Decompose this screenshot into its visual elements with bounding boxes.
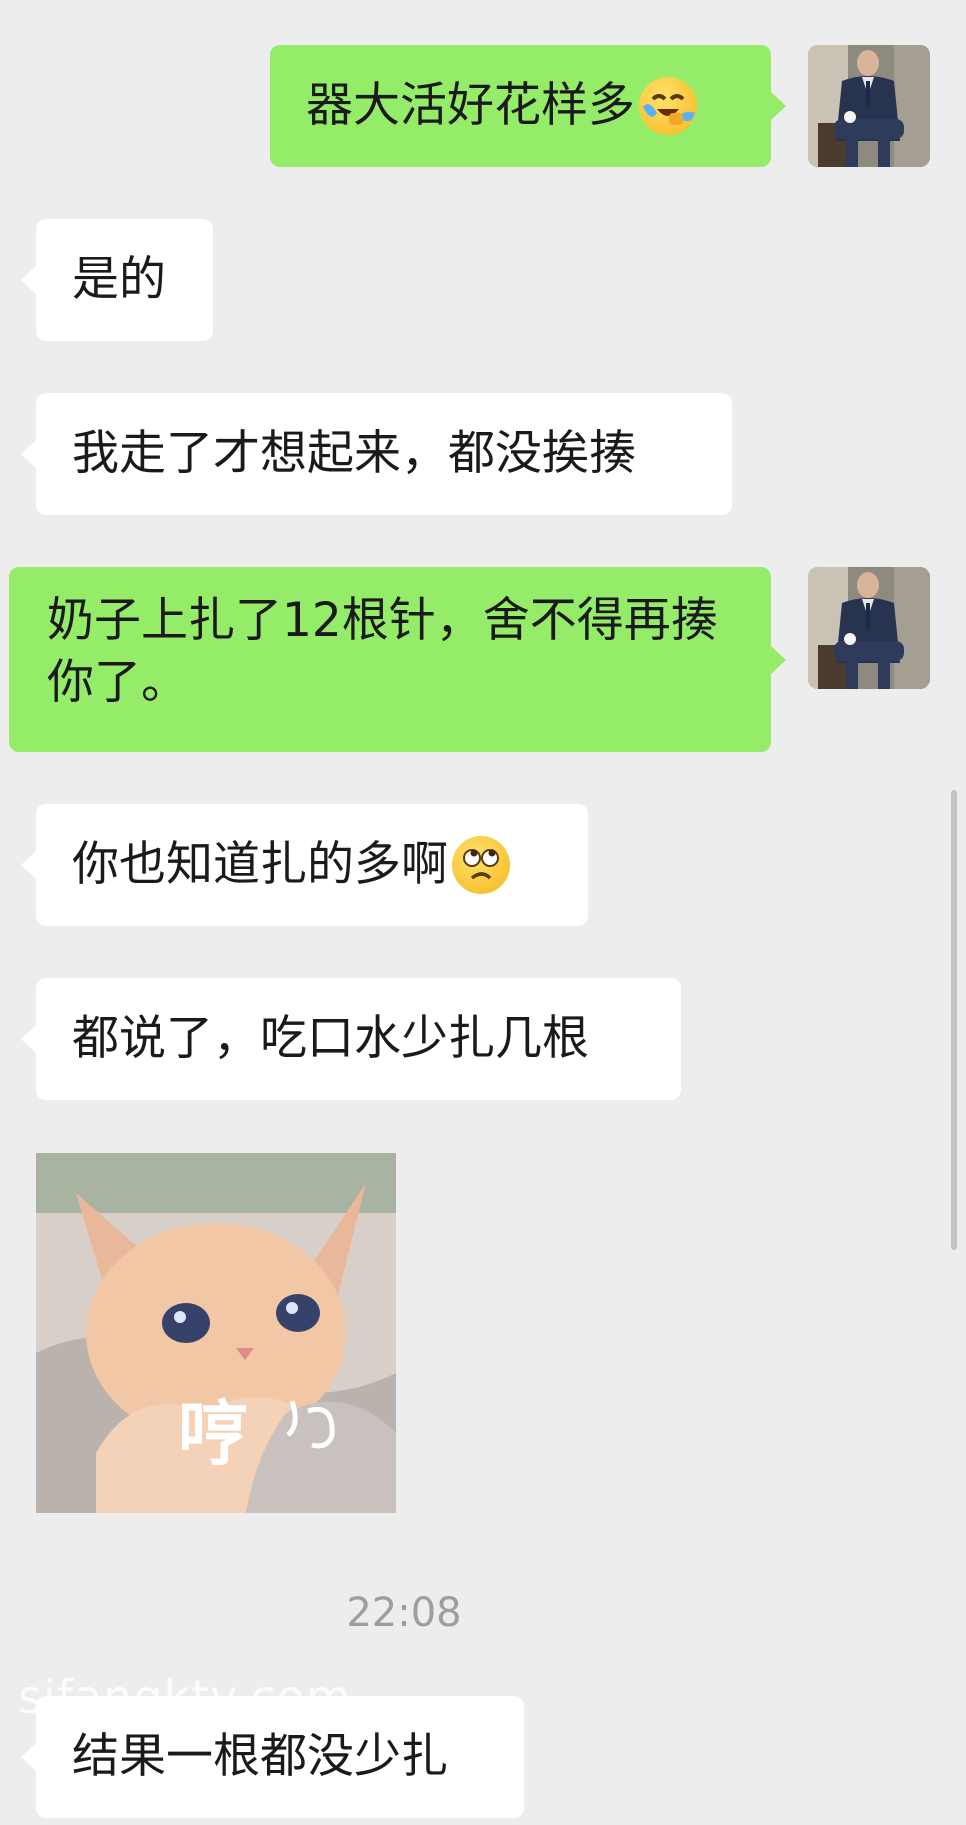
message-text: 是的: [72, 252, 166, 307]
message-text: 你也知道扎的多啊: [72, 837, 448, 892]
message-bubble-other[interactable]: 是的: [21, 219, 213, 341]
avatar[interactable]: [808, 45, 930, 167]
scrollbar[interactable]: [951, 790, 957, 1250]
message-text: 都说了，吃口水少扎几根: [72, 1011, 589, 1066]
message-text: 我走了才想起来，都没挨揍: [72, 426, 636, 481]
message-bubble-other[interactable]: 我走了才想起来，都没挨揍: [21, 393, 732, 515]
message-bubble-self[interactable]: 器大活好花样多: [270, 45, 786, 167]
watermark: sifangktv.com: [18, 1670, 352, 1724]
message-timestamp: 22:08: [346, 1590, 462, 1636]
message-text: 奶子上扎了12根针，舍不得再揍你了。: [47, 593, 718, 710]
message-bubble-self[interactable]: 奶子上扎了12根针，舍不得再揍你了。: [9, 567, 786, 752]
chat-area[interactable]: 器大活好花样多 是的 我走了才想起来，都没挨揍 奶子上扎了12根针，舍不得再揍你…: [0, 0, 966, 1825]
eye-roll-face-icon: [452, 836, 510, 894]
laughing-crying-face-icon: [639, 77, 697, 135]
message-text: 结果一根都没少扎: [72, 1729, 448, 1784]
sulking-cat-sticker[interactable]: 哼: [36, 1153, 396, 1513]
sticker-caption: 哼: [178, 1393, 248, 1475]
avatar[interactable]: [808, 567, 930, 689]
message-bubble-other[interactable]: 你也知道扎的多啊: [21, 804, 588, 926]
message-bubble-other[interactable]: 都说了，吃口水少扎几根: [21, 978, 681, 1100]
message-text: 器大活好花样多: [306, 78, 635, 133]
